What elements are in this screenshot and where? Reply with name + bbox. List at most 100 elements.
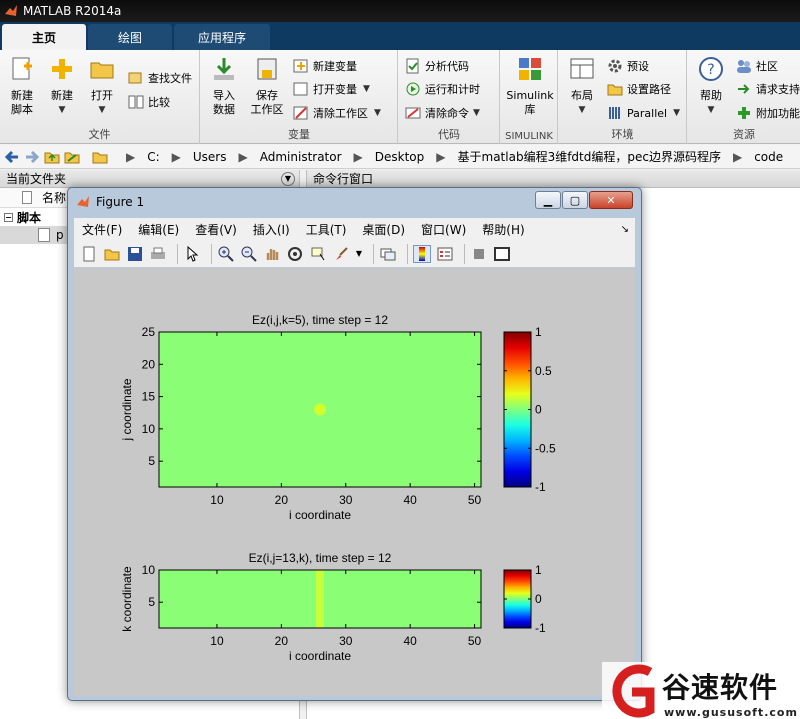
help-button[interactable]: ? 帮助 ▼ (691, 56, 731, 117)
open-variable-button[interactable]: 打开变量 ▼ (293, 79, 370, 99)
file-name: p (56, 228, 64, 242)
colorbar-tick-label: 1 (535, 563, 542, 577)
add-ons-icon (738, 107, 750, 119)
layout-button[interactable]: 布局 ▼ (562, 56, 602, 117)
set-path-button[interactable]: 设置路径 (607, 79, 671, 99)
legend-icon[interactable] (436, 245, 454, 263)
ribbon-group-simulink: Simulink 库 SIMULINK (501, 50, 558, 144)
breadcrumb-item[interactable]: 基于matlab编程3维fdtd编程，pec边界源码程序 (458, 148, 721, 165)
clear-workspace-button[interactable]: 清除工作区 ▼ (293, 103, 381, 123)
ribbon-group-file: 新建 脚本 新建 ▼ 打开 ▼ 查找文件 比较 文件 (0, 50, 200, 144)
clear-workspace-label: 清除工作区 (313, 107, 368, 120)
preferences-label: 预设 (627, 60, 649, 73)
figure-toolbar: ▼ (74, 240, 635, 268)
print-icon[interactable] (149, 245, 167, 263)
breadcrumb-item[interactable]: Desktop (375, 150, 425, 164)
open-icon[interactable] (103, 245, 121, 263)
menu-file[interactable]: 文件(F) (82, 221, 122, 238)
run-and-time-button[interactable]: 运行和计时 (405, 79, 480, 99)
import-data-button[interactable]: 导入 数据 (204, 56, 244, 117)
dock-icon[interactable] (493, 245, 511, 263)
zoom-in-icon[interactable] (217, 245, 235, 263)
find-files-button[interactable]: 查找文件 (128, 68, 192, 88)
breadcrumb-item[interactable]: code (754, 150, 783, 164)
new-variable-button[interactable]: 新建变量 (293, 56, 357, 76)
clear-commands-button[interactable]: 清除命令 ▼ (405, 103, 480, 123)
figure-title: Figure 1 (96, 195, 145, 209)
back-arrow-icon[interactable] (4, 149, 20, 165)
y-tick-label: 15 (142, 390, 156, 404)
save-icon[interactable] (126, 245, 144, 263)
menu-tools[interactable]: 工具(T) (306, 221, 347, 238)
browse-folder-icon[interactable] (64, 149, 80, 165)
breadcrumb-separator: ▶ (238, 149, 248, 164)
ribbon-group-code: 分析代码 运行和计时 清除命令 ▼ 代码 (399, 50, 500, 144)
analyze-code-label: 分析代码 (425, 60, 469, 73)
forward-arrow-icon[interactable] (24, 149, 40, 165)
close-button[interactable]: ✕ (589, 191, 633, 209)
menu-window[interactable]: 窗口(W) (421, 221, 466, 238)
ribbon-tabs: 主页 绘图 应用程序 (0, 22, 800, 50)
menu-desktop[interactable]: 桌面(D) (362, 221, 405, 238)
x-tick-label: 40 (403, 634, 417, 648)
menu-edit[interactable]: 编辑(E) (138, 221, 179, 238)
variable-group-caption: 变量 (288, 128, 310, 141)
breadcrumb-item[interactable]: Administrator (260, 150, 342, 164)
community-button[interactable]: 社区 (736, 56, 778, 76)
chevron-down-icon: ▼ (363, 84, 370, 94)
figure-canvas: 10 20 30 40 50 5 10 15 20 25 Ez(i,j,k=5), time ste… (74, 269, 635, 696)
hide-tools-icon[interactable] (470, 245, 488, 263)
breadcrumb-separator: ▶ (353, 149, 363, 164)
rotate-icon[interactable] (286, 245, 304, 263)
request-support-icon (738, 84, 750, 94)
link-icon[interactable] (379, 245, 397, 263)
svg-text:?: ? (707, 62, 714, 78)
tab-home[interactable]: 主页 (2, 24, 86, 50)
new-button[interactable]: 新建 ▼ (42, 56, 82, 117)
maximize-button[interactable]: ▢ (562, 191, 588, 209)
file-group-caption: 文件 (88, 128, 111, 141)
request-support-button[interactable]: 请求支持 (736, 79, 800, 99)
new-figure-icon[interactable] (80, 245, 98, 263)
analyze-code-button[interactable]: 分析代码 (405, 56, 469, 76)
colorbar-tick-label: 0 (535, 592, 542, 606)
collapse-icon[interactable]: − (4, 212, 13, 222)
menu-view[interactable]: 查看(V) (195, 221, 237, 238)
zoom-out-icon[interactable] (240, 245, 258, 263)
brush-icon[interactable] (332, 245, 350, 263)
breadcrumb-item[interactable]: Users (193, 150, 227, 164)
x-tick-label: 20 (275, 493, 289, 507)
minimize-button[interactable]: ▁ (535, 191, 561, 209)
run-and-time-icon (406, 82, 420, 96)
ribbon-toolbar: 新建 脚本 新建 ▼ 打开 ▼ 查找文件 比较 文件 导入 数据 保存 工作区 … (0, 50, 800, 144)
breadcrumb-item[interactable]: C: (147, 150, 159, 164)
simulink-library-label: Simulink 库 (506, 89, 554, 116)
watermark-text-box: 谷速软件 www.gususoft.com (660, 662, 800, 719)
new-script-button[interactable]: 新建 脚本 (2, 56, 42, 117)
pan-icon[interactable] (263, 245, 281, 263)
folder-icon (92, 152, 108, 163)
tab-apps[interactable]: 应用程序 (174, 24, 270, 50)
save-workspace-button[interactable]: 保存 工作区 (245, 56, 289, 117)
menu-insert[interactable]: 插入(I) (253, 221, 290, 238)
open-button[interactable]: 打开 ▼ (82, 56, 122, 117)
undock-icon[interactable]: ↘ (621, 224, 629, 235)
script-file-icon (38, 228, 50, 242)
preferences-button[interactable]: 预设 (607, 56, 649, 76)
colorbar-icon[interactable] (413, 244, 431, 263)
compare-label: 比较 (148, 96, 170, 109)
plot-title: Ez(i,j=13,k), time step = 12 (249, 551, 392, 565)
pane-menu-icon[interactable]: ▼ (281, 171, 295, 186)
tab-plots[interactable]: 绘图 (88, 24, 172, 50)
up-folder-icon[interactable] (44, 149, 60, 165)
parallel-button[interactable]: Parallel ▼ (607, 103, 680, 123)
data-cursor-icon[interactable] (309, 245, 327, 263)
simulink-library-button[interactable]: Simulink 库 (505, 56, 555, 117)
menu-help[interactable]: 帮助(H) (482, 221, 524, 238)
brush-dropdown-icon[interactable]: ▼ (355, 245, 363, 263)
help-icon: ? (699, 57, 723, 81)
compare-button[interactable]: 比较 (128, 92, 170, 112)
parallel-icon (609, 107, 620, 119)
add-ons-button[interactable]: 附加功能 (736, 103, 800, 123)
pointer-icon[interactable] (183, 245, 201, 263)
